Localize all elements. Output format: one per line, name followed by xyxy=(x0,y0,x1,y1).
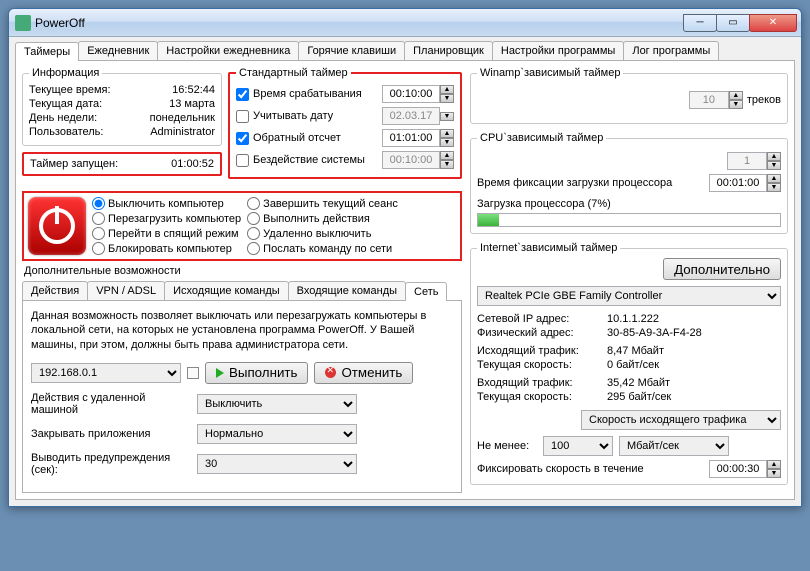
inp-countdown[interactable] xyxy=(382,129,440,147)
cancel-button[interactable]: Отменить xyxy=(314,362,413,384)
ip-select[interactable]: 192.168.0.1 xyxy=(31,363,181,383)
rad-logoff[interactable] xyxy=(247,197,260,210)
dd-date[interactable]: ▼ xyxy=(440,112,454,121)
close-apps-select[interactable]: Нормально xyxy=(197,424,357,444)
cpu-load-label: Загрузка процессора (7%) xyxy=(477,198,781,210)
chk-consider-date[interactable] xyxy=(236,110,249,123)
chk-trigger-time[interactable] xyxy=(236,88,249,101)
tab-diary-settings[interactable]: Настройки ежедневника xyxy=(157,41,299,60)
poweroff-icon xyxy=(28,197,86,255)
chk-countdown[interactable] xyxy=(236,132,249,145)
inp-idle xyxy=(382,151,440,169)
copy-icon[interactable] xyxy=(187,367,199,379)
main-tabs: Таймеры Ежедневник Настройки ежедневника… xyxy=(15,41,795,61)
tab-app-settings[interactable]: Настройки программы xyxy=(492,41,624,60)
cpu-progress xyxy=(477,213,781,227)
net-desc: Данная возможность позволяет выключать и… xyxy=(31,309,453,352)
spin-cpu-fix[interactable]: ▲▼ xyxy=(767,174,781,192)
subtab-vpn[interactable]: VPN / ADSL xyxy=(87,281,165,300)
spin-idle: ▲▼ xyxy=(440,151,454,169)
spin-winamp: ▲▼ xyxy=(729,91,743,109)
min-value-select[interactable]: 100 xyxy=(543,436,613,456)
adapter-select[interactable]: Realtek PCIe GBE Family Controller xyxy=(477,286,781,306)
tab-timers[interactable]: Таймеры xyxy=(15,42,79,61)
std-timer-group: Стандартный таймер Время срабатывания▲▼ … xyxy=(228,67,462,179)
inp-trigger-time[interactable] xyxy=(382,85,440,103)
minimize-button[interactable]: ─ xyxy=(683,14,717,32)
subtab-actions[interactable]: Действия xyxy=(22,281,88,300)
maximize-button[interactable]: ▭ xyxy=(716,14,750,32)
cpu-threshold xyxy=(727,152,767,170)
app-icon xyxy=(15,15,31,31)
subtab-net[interactable]: Сеть xyxy=(405,282,447,301)
tab-log[interactable]: Лог программы xyxy=(623,41,719,60)
timer-started-box: Таймер запущен: 01:00:52 xyxy=(22,152,222,176)
titlebar[interactable]: PowerOff ─ ▭ ✕ xyxy=(9,9,801,37)
inet-group: Internet`зависимый таймер Дополнительно … xyxy=(470,242,788,485)
rad-remote-off[interactable] xyxy=(247,227,260,240)
rad-execute[interactable] xyxy=(247,212,260,225)
tab-hotkeys[interactable]: Горячие клавиши xyxy=(298,41,405,60)
cpu-fix-time[interactable] xyxy=(709,174,767,192)
close-button[interactable]: ✕ xyxy=(749,14,797,32)
chk-idle[interactable] xyxy=(236,154,249,167)
rad-reboot[interactable] xyxy=(92,212,105,225)
subtab-out[interactable]: Исходящие команды xyxy=(164,281,289,300)
execute-button[interactable]: Выполнить xyxy=(205,362,308,384)
warn-select[interactable]: 30 xyxy=(197,454,357,474)
inet-fix-time[interactable] xyxy=(709,460,767,478)
window-title: PowerOff xyxy=(35,16,684,30)
rad-shutdown[interactable] xyxy=(92,197,105,210)
inp-date xyxy=(382,107,440,125)
std-legend: Стандартный таймер xyxy=(236,67,351,79)
spin-inet-fix[interactable]: ▲▼ xyxy=(767,460,781,478)
net-page: Данная возможность позволяет выключать и… xyxy=(22,301,462,493)
rad-net-cmd[interactable] xyxy=(247,242,260,255)
spin-countdown[interactable]: ▲▼ xyxy=(440,129,454,147)
info-legend: Информация xyxy=(29,67,102,79)
tab-scheduler[interactable]: Планировщик xyxy=(404,41,493,60)
speed-type-select[interactable]: Скорость исходящего трафика xyxy=(581,410,781,430)
play-icon xyxy=(216,368,224,378)
remote-action-select[interactable]: Выключить xyxy=(197,394,357,414)
subtab-in[interactable]: Входящие команды xyxy=(288,281,406,300)
additional-label: Дополнительные возможности xyxy=(24,265,462,277)
sub-tabs: Действия VPN / ADSL Исходящие команды Вх… xyxy=(22,281,462,301)
app-window: PowerOff ─ ▭ ✕ Таймеры Ежедневник Настро… xyxy=(8,8,802,507)
winamp-tracks-input xyxy=(689,91,729,109)
winamp-group: Winamp`зависимый таймер ▲▼ треков xyxy=(470,67,788,124)
actions-panel: Выключить компьютер Перезагрузить компью… xyxy=(22,191,462,261)
unit-select[interactable]: Мбайт/сек xyxy=(619,436,729,456)
cancel-icon xyxy=(325,367,336,378)
rad-lock[interactable] xyxy=(92,242,105,255)
more-button[interactable]: Дополнительно xyxy=(663,258,781,280)
spin-trigger-time[interactable]: ▲▼ xyxy=(440,85,454,103)
rad-sleep[interactable] xyxy=(92,227,105,240)
cpu-group: CPU`зависимый таймер ▲▼ Время фиксации з… xyxy=(470,132,788,234)
tab-diary[interactable]: Ежедневник xyxy=(78,41,158,60)
info-group: Информация Текущее время:16:52:44 Текуща… xyxy=(22,67,222,146)
